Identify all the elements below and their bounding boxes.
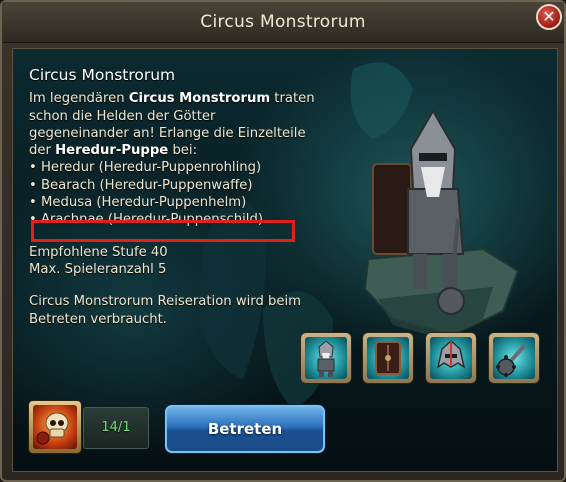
reward-slot-shield[interactable]: [363, 333, 413, 383]
window-title: Circus Monstrorum: [200, 12, 366, 32]
dungeon-window: Circus Monstrorum ✕ Circus Monstrorum Im…: [0, 0, 566, 482]
title-bar: Circus Monstrorum ✕: [2, 2, 564, 43]
doll-visor: [419, 153, 447, 161]
max-players: Max. Spieleranzahl 5: [29, 261, 167, 277]
ration-counter: 14/1: [83, 407, 149, 449]
intro-strong-2: Heredur-Puppe: [55, 143, 169, 159]
helmet-icon: [436, 339, 466, 369]
description-text: Circus Monstrorum Im legendären Circus M…: [29, 66, 319, 328]
doll-blank-icon: [317, 340, 335, 377]
boss-list-item: • Bearach (Heredur-Puppenwaffe): [29, 177, 253, 193]
reward-slot-doll-blank[interactable]: [301, 333, 351, 383]
doll-shield: [372, 163, 412, 255]
boss-list-item: • Medusa (Heredur-Puppenhelm): [29, 195, 247, 211]
boss-list-item: • Heredur (Heredur-Puppenrohling): [29, 160, 262, 176]
skull-icon: [36, 412, 69, 445]
close-button[interactable]: ✕: [536, 4, 562, 30]
reward-slot-helmet[interactable]: [426, 333, 476, 383]
ghost-figure-top: [350, 62, 413, 140]
reward-slot-mace[interactable]: [489, 333, 539, 383]
doll-leg-left: [413, 254, 427, 289]
enter-button[interactable]: Betreten: [165, 405, 325, 453]
recommended-level: Empfohlene Stufe 40: [29, 244, 168, 260]
intro-paragraph: Im legendären Circus Monstrorum traten s…: [29, 90, 319, 159]
travel-ration-note: Circus Monstrorum Reiseration wird beim …: [29, 294, 302, 327]
mace-icon: [496, 343, 527, 377]
highlight-box: [31, 220, 295, 242]
mace-head: [437, 287, 465, 315]
shield-icon: [375, 341, 401, 375]
intro-strong-1: Circus Monstrorum: [128, 91, 271, 107]
dungeon-heading: Circus Monstrorum: [29, 66, 176, 84]
intro-text-1: Im legendären: [29, 91, 125, 107]
dungeon-panel: Circus Monstrorum Im legendären Circus M…: [12, 48, 558, 472]
travel-ration-item[interactable]: [29, 401, 81, 453]
intro-text-3: bei:: [172, 143, 198, 159]
